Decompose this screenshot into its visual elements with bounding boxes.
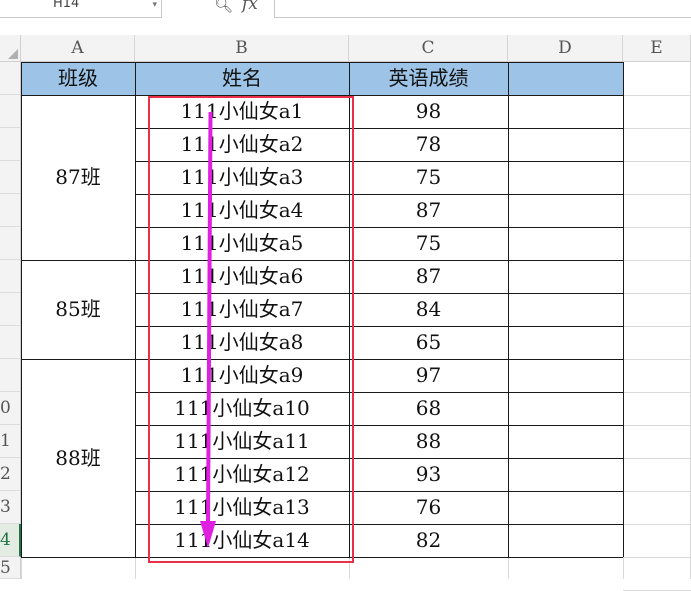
gridline [623,161,691,162]
blank-cell[interactable] [508,227,623,260]
column-header-d[interactable]: D [508,35,623,62]
table-border [623,62,624,557]
header-cell-name: 姓名 [135,62,349,95]
row-header[interactable] [0,62,21,95]
gridline [623,458,691,459]
blank-cell[interactable] [508,392,623,425]
gridline [623,491,691,492]
class-group-cell[interactable]: 88班 [21,359,135,557]
table-border [508,62,509,557]
header-label: 姓名 [222,66,262,90]
blank-cell[interactable] [508,293,623,326]
header-cell-blank [508,62,623,95]
header-label: 英语成绩 [388,66,469,90]
table-border [135,62,136,557]
row-header[interactable]: 2 [0,458,21,491]
row-header[interactable] [0,128,21,161]
column-header-c[interactable]: C [349,35,508,62]
row-header[interactable] [0,161,21,194]
class-group-cell[interactable]: 87班 [21,95,135,260]
header-cell-class: 班级 [21,62,135,95]
blank-cell[interactable] [508,326,623,359]
score-cell[interactable]: 75 [349,227,508,260]
gridline [623,359,691,360]
select-all-corner[interactable] [0,35,21,62]
table-border [21,62,623,63]
score-cell[interactable]: 97 [349,359,508,392]
row-header[interactable] [0,359,21,392]
score-cell[interactable]: 93 [349,458,508,491]
row-header[interactable]: 4 [0,524,21,557]
score-cell[interactable]: 78 [349,128,508,161]
blank-cell[interactable] [508,194,623,227]
blank-cell[interactable] [508,359,623,392]
table-border [21,359,135,360]
score-cell[interactable]: 68 [349,392,508,425]
row-header[interactable] [0,326,21,359]
gridline [623,557,691,558]
gridline [508,557,509,579]
column-header-e[interactable]: E [623,35,691,62]
score-cell[interactable]: 87 [349,194,508,227]
header-cell-score: 英语成绩 [349,62,508,95]
table-border [21,260,135,261]
row-header[interactable]: 3 [0,491,21,524]
row-header[interactable] [0,95,21,128]
gridline [623,425,691,426]
row-header[interactable] [0,260,21,293]
blank-cell[interactable] [508,95,623,128]
row-header[interactable]: 0 [0,392,21,425]
gridline [623,194,691,195]
blank-cell[interactable] [508,491,623,524]
blank-cell[interactable] [508,524,623,557]
blank-cell[interactable] [508,260,623,293]
blank-cell[interactable] [508,425,623,458]
score-cell[interactable]: 87 [349,260,508,293]
table-border [21,557,135,558]
score-cell[interactable]: 65 [349,326,508,359]
gridline [623,227,691,228]
score-cell[interactable]: 88 [349,425,508,458]
table-border [21,62,22,557]
row-header[interactable] [0,194,21,227]
spreadsheet-grid: A B C D E 0 1 2 3 4 5 班级 姓名 英语成绩 87班 85班 88班 111小仙女a1 98 11… [0,0,691,591]
gridline [623,260,691,261]
gridline [623,293,691,294]
score-cell[interactable]: 82 [349,524,508,557]
gridline [623,128,691,129]
blank-cell[interactable] [508,128,623,161]
column-header-b[interactable]: B [135,35,349,62]
score-cell[interactable]: 76 [349,491,508,524]
blank-cell[interactable] [508,458,623,491]
gridline [135,557,136,579]
score-cell[interactable]: 75 [349,161,508,194]
row-header[interactable] [0,227,21,260]
gridline [623,524,691,525]
row-header[interactable]: 1 [0,425,21,458]
row-header[interactable]: 5 [0,557,21,579]
class-group-cell[interactable]: 85班 [21,260,135,359]
gridline [623,95,691,96]
column-header-a[interactable]: A [21,35,135,62]
selection-highlight-box [148,96,354,563]
select-all-icon [8,49,18,59]
header-label: 班级 [58,66,98,90]
score-cell[interactable]: 98 [349,95,508,128]
gridline [623,326,691,327]
score-cell[interactable]: 84 [349,293,508,326]
row-header[interactable] [0,293,21,326]
gridline [21,557,22,579]
blank-cell[interactable] [508,161,623,194]
gridline [623,392,691,393]
